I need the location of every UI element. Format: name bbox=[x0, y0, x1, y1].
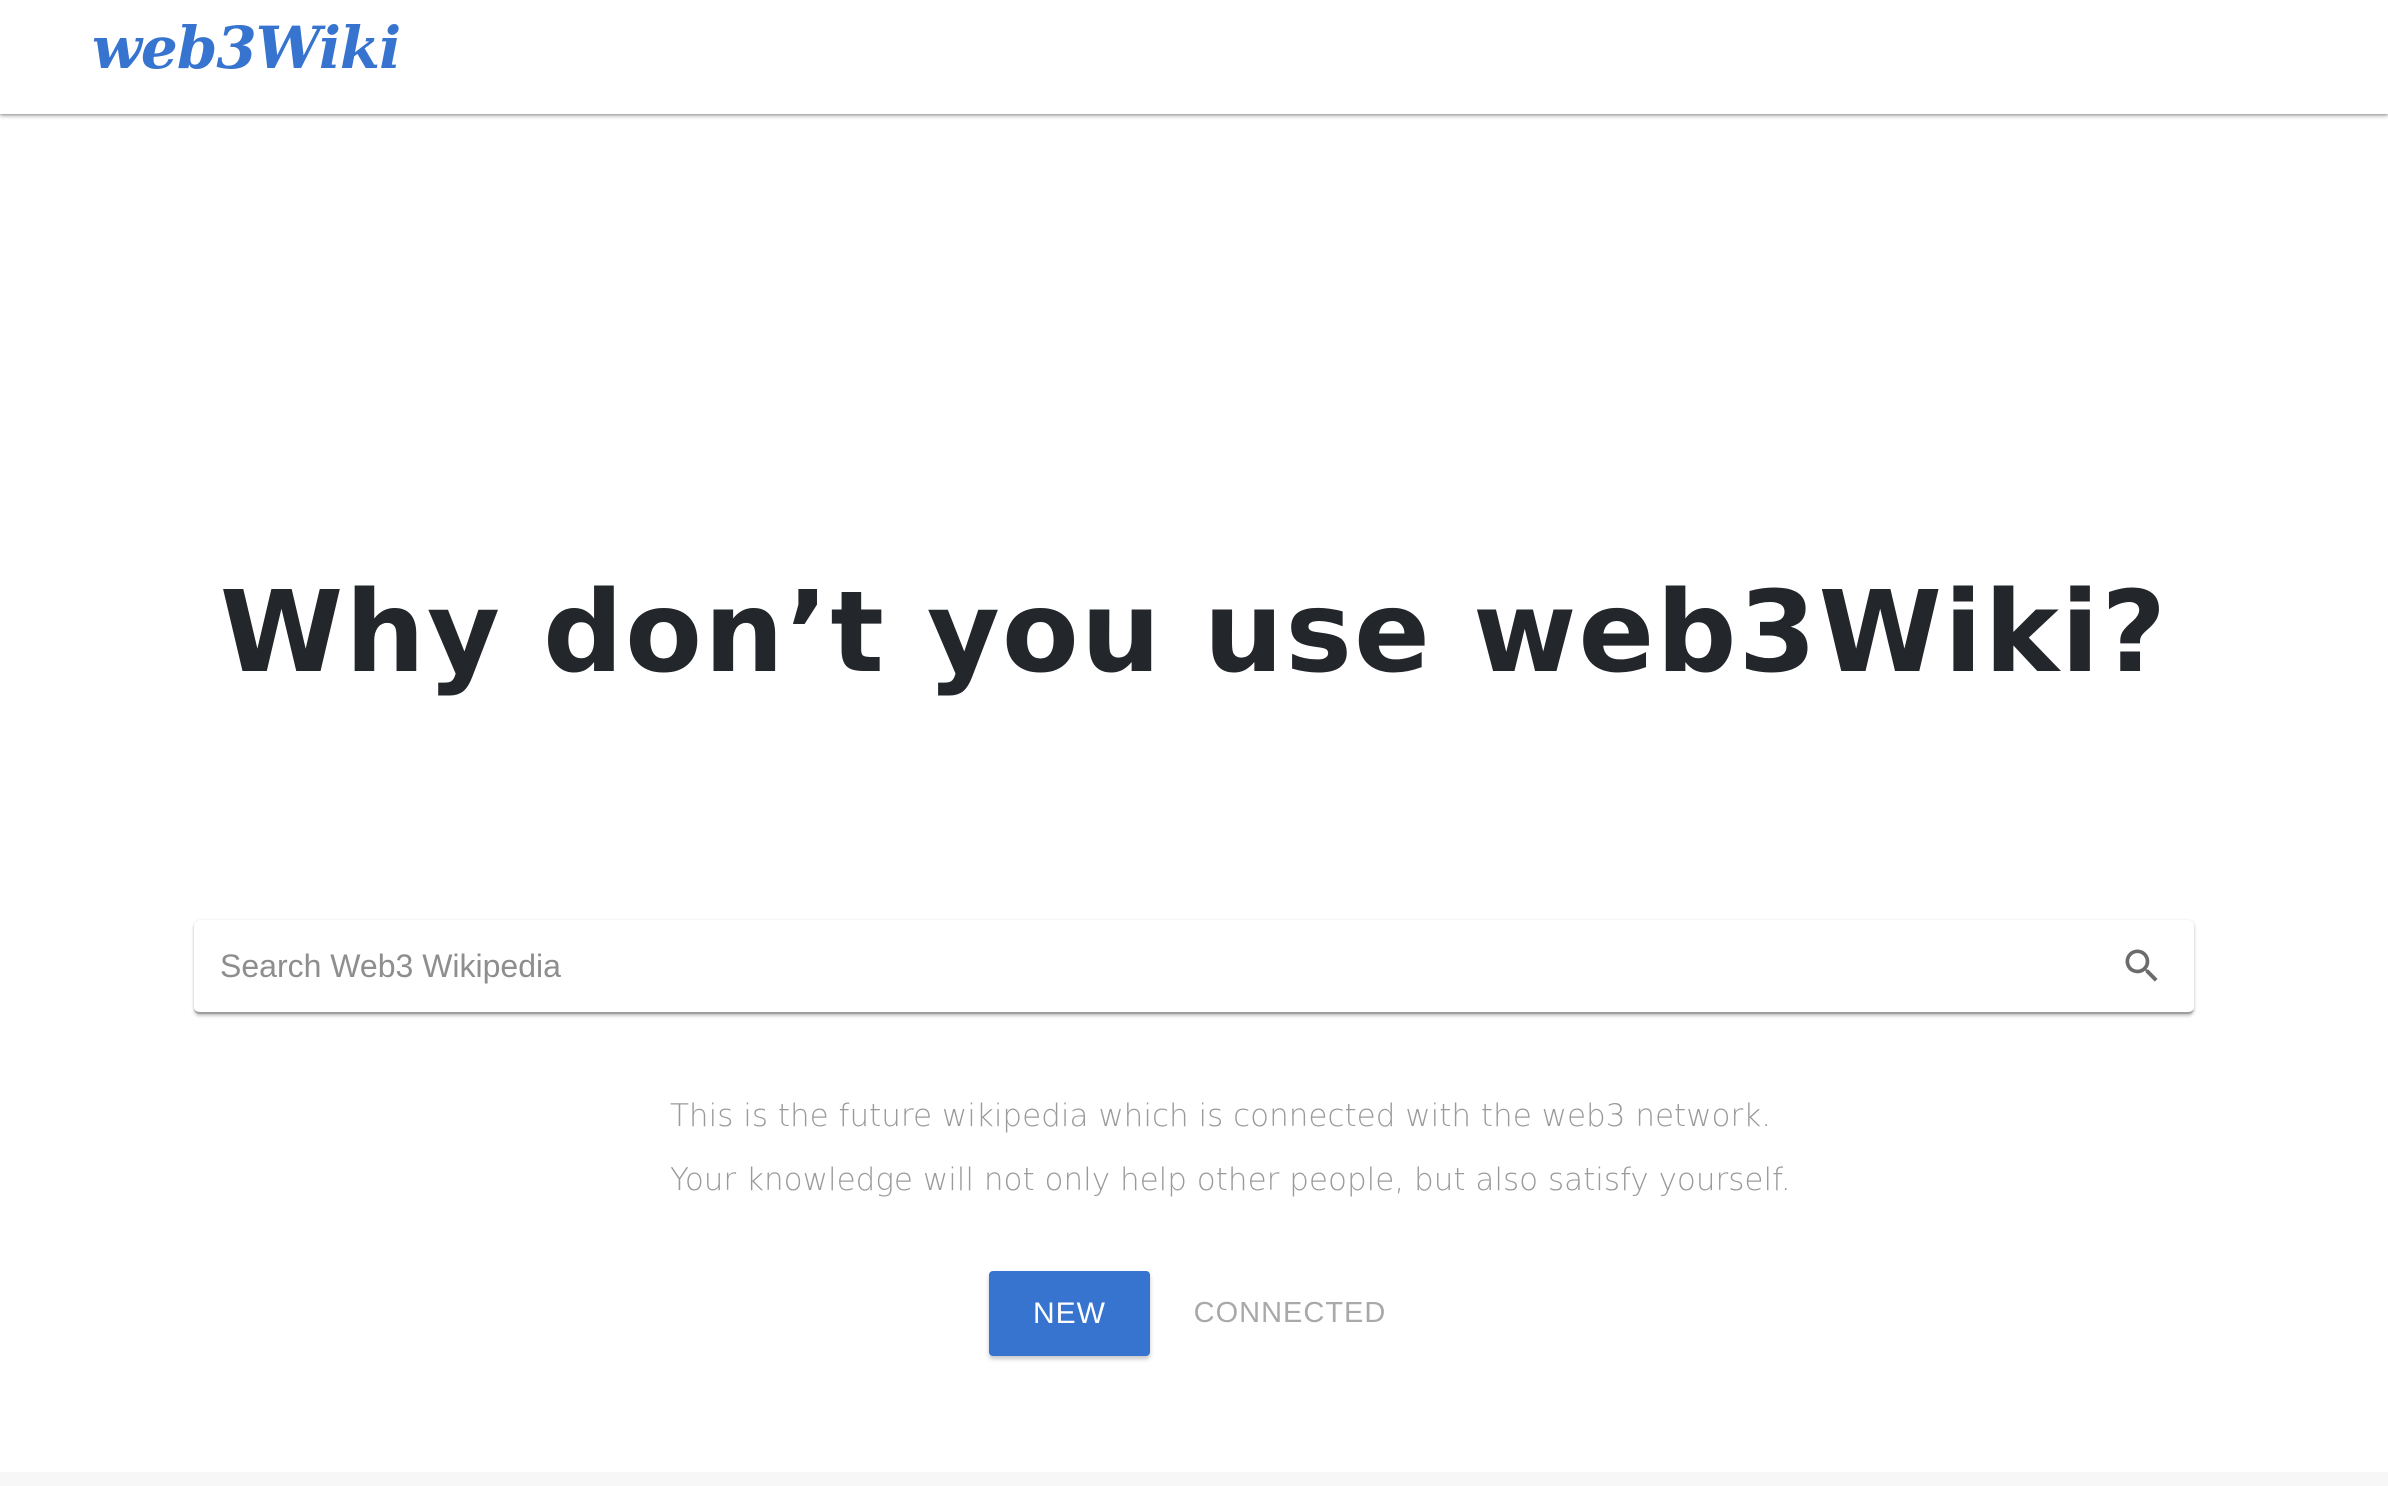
description-line-1: This is the future wikipedia which is co… bbox=[670, 1098, 1772, 1134]
description-line-2: Your knowledge will not only help other … bbox=[670, 1162, 1791, 1198]
page-title: Why don’t you use web3Wiki? bbox=[219, 568, 2169, 698]
app-bar: web3Wiki bbox=[0, 0, 2388, 114]
connected-button[interactable]: CONNECTED bbox=[1180, 1271, 1400, 1356]
logo[interactable]: web3Wiki bbox=[92, 14, 401, 82]
new-button[interactable]: NEW bbox=[989, 1271, 1150, 1356]
search-bar bbox=[194, 920, 2194, 1014]
page: web3Wiki Why don’t you use web3Wiki? Thi… bbox=[0, 0, 2388, 1486]
search-icon[interactable] bbox=[2120, 944, 2164, 988]
footer-strip bbox=[0, 1472, 2388, 1486]
search-input[interactable] bbox=[218, 920, 2082, 1012]
